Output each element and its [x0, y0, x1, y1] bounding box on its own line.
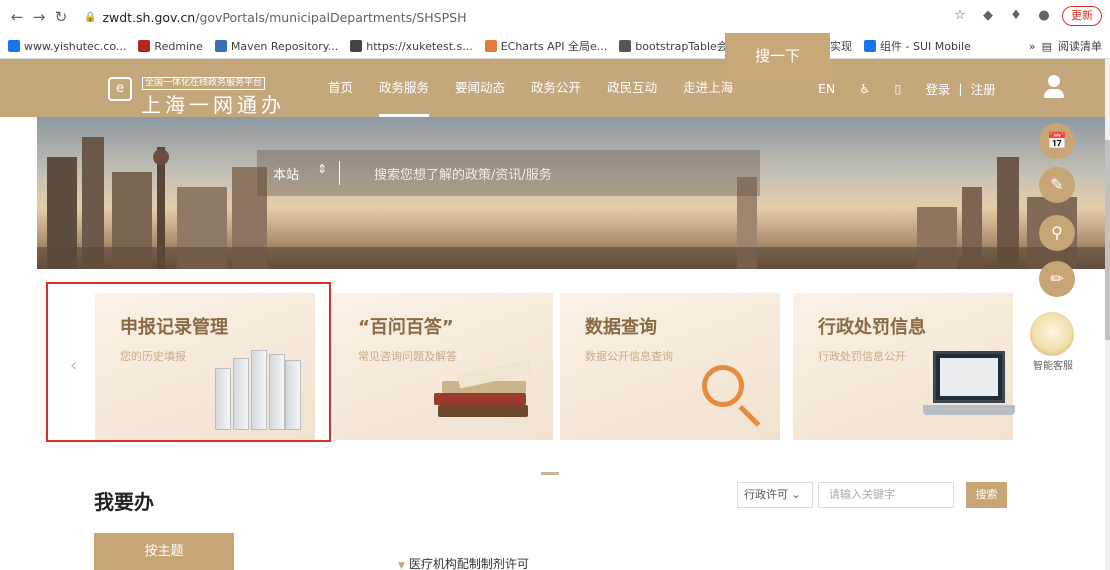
bookmark-item[interactable]: Redmine [138, 39, 203, 53]
bookmark-favicon-icon [8, 40, 20, 52]
star-icon[interactable]: ☆ [950, 6, 970, 26]
bookmark-label: https://xuketest.s... [366, 39, 473, 53]
card-data-query[interactable]: 数据查询 数据公开信息查询 [560, 293, 780, 440]
section-title: 我要办 [94, 490, 154, 514]
reload-icon[interactable]: ↻ [50, 8, 72, 26]
bookmark-label: Redmine [154, 39, 203, 53]
bookmark-item[interactable]: ECharts API 全局e... [484, 38, 608, 54]
extension-icon[interactable]: ◆ [978, 6, 998, 26]
bookmark-item[interactable]: https://xuketest.s... [350, 40, 473, 53]
bookmark-favicon-icon [619, 40, 632, 52]
search-float-icon[interactable]: ⚲ [1039, 215, 1075, 251]
search-input[interactable]: 搜索您想了解的政策/资讯/服务 [374, 164, 552, 183]
bookmark-favicon-icon [484, 40, 497, 52]
bookmark-label: www.yishutec.co... [24, 39, 127, 53]
list-item-label: 医疗机构配制制剂许可 [408, 557, 529, 570]
bookmark-favicon-icon [350, 40, 363, 52]
nav-item[interactable]: 首页 [328, 59, 353, 117]
magnifier-handle [738, 405, 761, 427]
lock-icon: 🔒 [84, 11, 97, 23]
site-header: е 全国一体化在线政务服务平台 上海一网通办 首页 政务服务 要闻动态 政务公开 政民互… [0, 59, 1105, 117]
logo-icon[interactable]: е [108, 77, 132, 101]
bookmark-item[interactable]: bootstrapTable会... [619, 38, 738, 54]
filter-select[interactable]: 行政许可 ⌄ [737, 482, 813, 508]
form-icon[interactable]: ✎ [1039, 167, 1075, 203]
back-icon[interactable]: ← [6, 8, 28, 26]
scope-arrows-icon[interactable]: ⇕ [317, 162, 327, 176]
scrollbar-thumb[interactable] [1105, 140, 1110, 340]
filter-select-value: 行政许可 [744, 488, 788, 501]
register-link[interactable]: 注册 [971, 79, 996, 98]
magnifier-icon [702, 365, 744, 407]
nav-item[interactable]: 政民互动 [607, 59, 657, 117]
section-divider [541, 472, 559, 475]
separator: | [958, 80, 963, 96]
bookmark-favicon-icon [138, 40, 151, 52]
forward-icon[interactable]: → [28, 8, 50, 26]
edit-icon[interactable]: ✏ [1039, 261, 1075, 297]
lang-switch[interactable]: EN [818, 81, 835, 96]
address-bar[interactable]: 🔒 zwdt.sh.gov.cn/govPortals/municipalDep… [84, 4, 854, 30]
browser-toolbar: ← → ↻ 🔒 zwdt.sh.gov.cn/govPortals/munici… [0, 0, 1110, 34]
laptop-illustration [933, 351, 1005, 403]
profile-icon[interactable]: ● [1034, 6, 1054, 26]
card-title: 数据查询 [585, 317, 657, 338]
card-title: 行政处罚信息 [818, 317, 926, 338]
keyword-search-button[interactable]: 搜索 [966, 482, 1007, 508]
search-panel: 本站 ⇕ 搜索您想了解的政策/资讯/服务 [257, 150, 760, 196]
books-illustration [428, 359, 538, 429]
keyword-input[interactable]: 请输入关键字 [818, 482, 954, 508]
logo-title[interactable]: 上海一网通办 [141, 89, 285, 118]
list-item[interactable]: ▼ 医疗机构配制制剂许可 [398, 555, 529, 570]
search-divider [339, 161, 340, 185]
chevron-down-icon: ⌄ [791, 488, 801, 501]
puzzle-icon[interactable]: ♦ [1006, 6, 1026, 26]
bookmark-favicon-icon [864, 40, 877, 52]
nav-item[interactable]: 要闻动态 [455, 59, 505, 117]
bookmark-item[interactable]: www.yishutec.co... [8, 40, 126, 53]
hero-banner: 本站 ⇕ 搜索您想了解的政策/资讯/服务 [37, 117, 1105, 269]
bookmark-label: bootstrapTable会... [635, 40, 739, 53]
url-path: /govPortals/municipalDepartments/SHSPSH [195, 9, 467, 25]
selection-highlight [46, 282, 331, 442]
card-subtitle: 行政处罚信息公开 [818, 350, 906, 363]
mobile-icon[interactable]: ▯ [894, 81, 901, 96]
nav-item[interactable]: 政务服务 [379, 59, 430, 117]
card-title: “百问百答” [358, 317, 454, 338]
reading-list-label[interactable]: 阅读清单 [1058, 38, 1102, 54]
search-button[interactable]: 搜一下 [725, 33, 830, 79]
bookmark-favicon-icon [214, 40, 227, 52]
bookmark-label: Maven Repository... [230, 39, 339, 53]
bookmark-label: ECharts API 全局e... [500, 40, 608, 53]
card-penalty-info[interactable]: 行政处罚信息 行政处罚信息公开 [793, 293, 1015, 440]
tab-by-theme[interactable]: 按主题 [94, 533, 234, 570]
bookmark-item[interactable]: Maven Repository... [214, 39, 339, 53]
chatbot-avatar[interactable] [1030, 312, 1074, 356]
main-nav: 首页 政务服务 要闻动态 政务公开 政民互动 走进上海 [328, 59, 759, 117]
url-host: zwdt.sh.gov.cn [102, 9, 196, 25]
card-subtitle: 数据公开信息查询 [585, 350, 673, 363]
nav-item[interactable]: 政务公开 [531, 59, 581, 117]
bookmarks-more-button[interactable]: » [1029, 40, 1036, 53]
search-scope-select[interactable]: 本站 [273, 164, 299, 183]
chatbot-label[interactable]: 智能客服 [1033, 357, 1073, 372]
user-icon[interactable] [1043, 75, 1065, 99]
card-faq[interactable]: “百问百答” 常见咨询问题及解答 [333, 293, 553, 440]
update-button[interactable]: 更新 [1062, 6, 1102, 26]
accessibility-icon[interactable]: ♿ [859, 81, 870, 96]
caret-down-icon: ▼ [398, 561, 405, 570]
calendar-icon[interactable]: 📅 [1039, 123, 1075, 159]
bookmark-item[interactable]: 组件 - SUI Mobile [864, 38, 971, 54]
login-link[interactable]: 登录 [925, 79, 950, 98]
reading-list-icon[interactable]: ▤ [1042, 40, 1052, 53]
laptop-base [923, 405, 1015, 415]
bookmarks-bar: www.yishutec.co... Redmine Maven Repositor… [0, 34, 1110, 59]
bookmark-label: 组件 - SUI Mobile [880, 40, 971, 53]
